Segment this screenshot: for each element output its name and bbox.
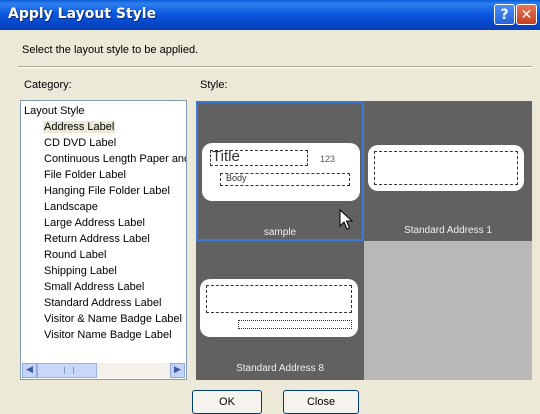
category-item-label: Visitor Name Badge Label [44, 329, 172, 341]
preview-number-text: 123 [320, 154, 336, 164]
category-item-label: Standard Address Label [44, 297, 162, 309]
mouse-cursor-icon [339, 209, 353, 230]
category-item[interactable]: Hanging File Folder Label [21, 183, 186, 199]
preview-title-text: Title [212, 148, 240, 165]
close-icon: ✕ [520, 7, 533, 23]
apply-layout-style-dialog: Apply Layout Style ? ✕ Select the layout… [0, 0, 540, 414]
scroll-right-arrow-icon[interactable]: ▶ [170, 363, 185, 378]
category-item[interactable]: Small Address Label [21, 279, 186, 295]
category-label: Category: [24, 79, 72, 91]
category-item[interactable]: Continuous Length Paper and [21, 151, 186, 167]
dialog-title: Apply Layout Style [8, 6, 157, 22]
category-item-label: CD DVD Label [44, 137, 117, 149]
label-preview-card [200, 279, 358, 337]
address-field-box [206, 285, 352, 313]
category-item[interactable]: Address Label [21, 119, 186, 135]
scrollbar-grip [64, 367, 74, 374]
category-item-label: Continuous Length Paper and [44, 153, 187, 165]
category-item[interactable]: File Folder Label [21, 167, 186, 183]
label-preview-card: Title 123 Body [202, 143, 360, 201]
category-item-label: Round Label [44, 249, 107, 261]
category-tree[interactable]: Layout Style Address Label CD DVD Label … [20, 100, 187, 380]
tree-root-layout-style[interactable]: Layout Style [21, 103, 186, 119]
category-item[interactable]: Large Address Label [21, 215, 186, 231]
title-bar[interactable]: Apply Layout Style ? ✕ [0, 0, 540, 30]
category-item[interactable]: Round Label [21, 247, 186, 263]
separator [18, 66, 532, 68]
category-item[interactable]: Landscape [21, 199, 186, 215]
category-item[interactable]: Standard Address Label [21, 295, 186, 311]
ok-button[interactable]: OK [192, 390, 262, 414]
style-tile-caption: sample [263, 227, 297, 238]
address-field-box [374, 151, 518, 185]
preview-body-text: Body [226, 173, 247, 183]
category-item[interactable]: Visitor & Name Badge Label [21, 311, 186, 327]
barcode-field-box [238, 320, 352, 329]
category-item-label: File Folder Label [44, 169, 126, 181]
style-gallery: Title 123 Body sample Standard Address 1… [196, 101, 532, 380]
category-list: Layout Style Address Label CD DVD Label … [21, 103, 186, 343]
style-tile-standard-address-8[interactable]: Standard Address 8 [196, 241, 364, 380]
style-tile-standard-address-1[interactable]: Standard Address 1 [364, 101, 532, 241]
category-item[interactable]: Shipping Label [21, 263, 186, 279]
category-item-label: Hanging File Folder Label [44, 185, 170, 197]
scroll-left-arrow-icon[interactable]: ◀ [22, 363, 37, 378]
category-item-label: Small Address Label [44, 281, 145, 293]
category-item[interactable]: Return Address Label [21, 231, 186, 247]
help-icon: ? [500, 7, 509, 23]
category-item-label: Address Label [43, 121, 116, 133]
style-tile-caption: Standard Address 1 [404, 225, 492, 236]
help-button[interactable]: ? [494, 4, 515, 25]
instruction-text: Select the layout style to be applied. [22, 44, 199, 56]
scrollbar-thumb[interactable] [37, 363, 97, 378]
close-button[interactable]: Close [283, 390, 359, 414]
category-item-label: Landscape [44, 201, 98, 213]
label-preview-card [368, 145, 524, 191]
category-item-label: Return Address Label [44, 233, 150, 245]
category-item[interactable]: CD DVD Label [21, 135, 186, 151]
close-window-button[interactable]: ✕ [516, 4, 537, 25]
category-item-label: Visitor & Name Badge Label [44, 313, 182, 325]
category-item-label: Shipping Label [44, 265, 117, 277]
horizontal-scrollbar[interactable]: ◀ ▶ [22, 363, 185, 378]
style-label: Style: [200, 79, 228, 91]
category-item-label: Large Address Label [44, 217, 145, 229]
style-tile-caption: Standard Address 8 [236, 363, 324, 374]
category-item[interactable]: Visitor Name Badge Label [21, 327, 186, 343]
